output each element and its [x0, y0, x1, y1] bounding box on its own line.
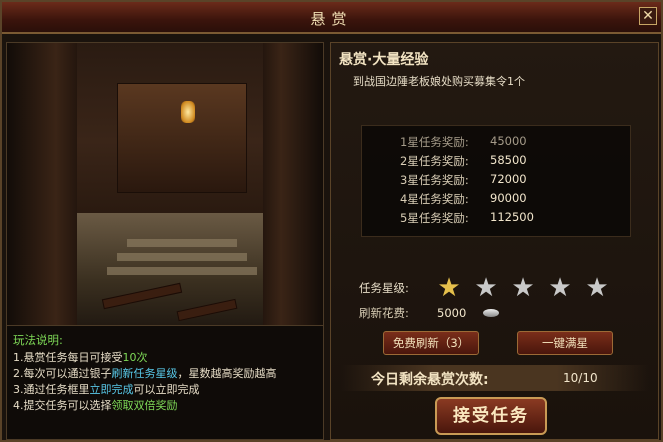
remaining-count-bar: 今日剩余悬赏次数: 10/10	[341, 365, 649, 391]
reward-row: 1星任务奖励: 45000	[400, 134, 527, 149]
window-title: 悬赏	[310, 10, 353, 28]
accept-mission-button[interactable]: 接受任务	[435, 397, 547, 435]
reward-table: 1星任务奖励: 45000 2星任务奖励: 58500 3星任务奖励: 72000 4…	[361, 125, 631, 237]
remaining-count-label: 今日剩余悬赏次数:	[371, 372, 489, 388]
refresh-cost-row: 刷新花费: 5000	[359, 305, 499, 321]
remaining-count-value: 10/10	[563, 371, 598, 385]
star-icon: ★	[474, 273, 498, 303]
title-bar: 悬赏 ✕	[2, 2, 661, 34]
reward-row: 5星任务奖励: 112500	[400, 210, 534, 225]
rule-line: 3.通过任务框里立即完成可以立即完成	[13, 383, 200, 396]
free-refresh-button[interactable]: 免费刷新（3）	[383, 331, 479, 355]
star-icon: ★	[585, 273, 609, 303]
refresh-cost-value: 5000	[437, 306, 467, 320]
reward-row: 2星任务奖励: 58500	[400, 153, 527, 168]
reward-row: 3星任务奖励: 72000	[400, 172, 527, 187]
max-star-button[interactable]: 一键满星	[517, 331, 613, 355]
left-panel: 玩法说明: 1.悬赏任务每日可接受10次 2.每次可以通过银子刷新任务星级，星数…	[6, 42, 324, 440]
close-button[interactable]: ✕	[639, 7, 657, 25]
rule-line: 1.悬赏任务每日可接受10次	[13, 351, 148, 364]
rules-box: 玩法说明: 1.悬赏任务每日可接受10次 2.每次可以通过银子刷新任务星级，星数…	[7, 325, 323, 439]
mission-description: 到战国边陲老板娘处购买募集令1个	[353, 75, 525, 88]
rule-line: 2.每次可以通过银子刷新任务星级，星数越高奖励越高	[13, 367, 277, 380]
star-rating-label: 任务星级:	[359, 281, 409, 295]
palace-scene-image	[7, 43, 323, 325]
rule-line: 4.提交任务可以选择领取双倍奖励	[13, 399, 178, 412]
star-icon: ★	[511, 273, 535, 303]
mission-title: 悬赏·大量经验	[339, 52, 429, 68]
right-panel: 悬赏·大量经验 到战国边陲老板娘处购买募集令1个 1星任务奖励: 45000 2星…	[330, 42, 659, 440]
bounty-window: 悬赏 ✕ 玩法说明: 1.悬赏任务每日可接受10次 2.每次可以通过银子刷新任务…	[0, 0, 663, 442]
silver-ingot-icon	[483, 309, 499, 317]
star-rating-row: 任务星级: ★ ★ ★ ★ ★	[359, 275, 619, 301]
star-icon: ★	[548, 273, 572, 303]
refresh-cost-label: 刷新花费:	[359, 306, 409, 320]
star-icon: ★	[437, 273, 461, 303]
reward-row: 4星任务奖励: 90000	[400, 191, 527, 206]
rules-title: 玩法说明:	[13, 333, 63, 347]
